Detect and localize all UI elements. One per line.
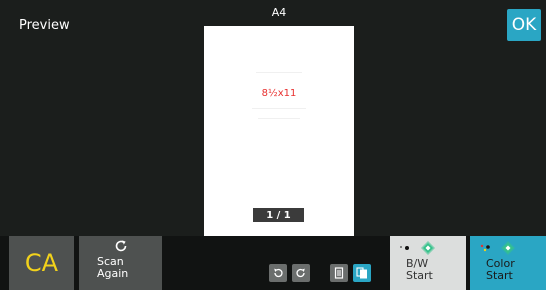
- ok-button[interactable]: OK: [507, 9, 541, 41]
- faint-line: [256, 72, 302, 73]
- scan-again-line2: Again: [97, 267, 129, 280]
- paper-size-label: A4: [271, 6, 287, 19]
- scan-again-button[interactable]: Scan Again: [79, 236, 162, 290]
- multi-page-view-icon: [356, 267, 367, 279]
- page-title: Preview: [19, 18, 70, 33]
- clear-all-button[interactable]: CA: [9, 236, 74, 290]
- bw-start-line2: Start: [406, 269, 433, 282]
- preview-screen: Preview A4 OK 8½x11 1 / 1 CA Scan Again: [0, 0, 546, 290]
- page-counter: 1 / 1: [253, 208, 304, 222]
- page-size-text: 8½x11: [261, 88, 297, 99]
- scan-again-label: Scan Again: [97, 256, 128, 280]
- single-page-view-button[interactable]: [330, 264, 348, 282]
- bw-start-label: B/W Start: [406, 258, 433, 282]
- single-page-view-icon: [334, 267, 344, 279]
- color-start-label: Color Start: [486, 258, 515, 282]
- bw-start-button[interactable]: B/W Start: [390, 236, 466, 290]
- color-start-button[interactable]: Color Start: [470, 236, 546, 290]
- refresh-icon: [115, 240, 127, 252]
- bw-start-icon: [400, 241, 435, 255]
- rotate-right-button[interactable]: [292, 264, 310, 282]
- rotate-left-button[interactable]: [269, 264, 287, 282]
- multi-page-view-button[interactable]: [353, 264, 371, 282]
- rotate-left-icon: [274, 268, 283, 278]
- rotate-right-icon: [296, 268, 305, 278]
- faint-line: [258, 118, 300, 119]
- faint-line: [252, 108, 306, 109]
- color-start-icon: [480, 241, 515, 255]
- preview-page[interactable]: 8½x11: [204, 26, 354, 236]
- color-start-line2: Start: [486, 269, 513, 282]
